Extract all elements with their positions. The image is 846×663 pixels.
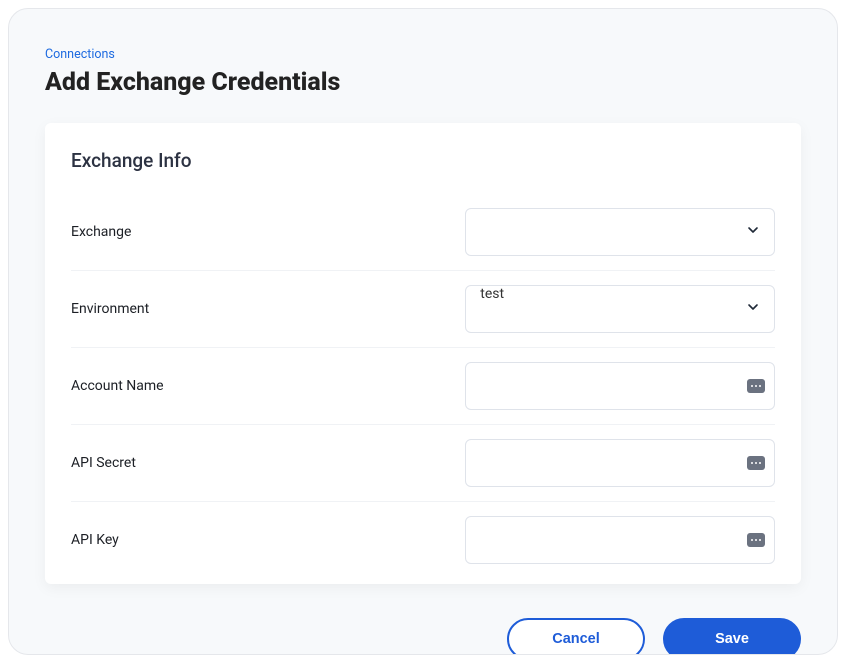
- card-title: Exchange Info: [71, 149, 775, 172]
- environment-select[interactable]: test: [465, 285, 775, 333]
- label-api-key: API Key: [71, 532, 465, 548]
- exchange-select[interactable]: [465, 208, 775, 256]
- cancel-button[interactable]: Cancel: [507, 618, 645, 655]
- row-exchange: Exchange: [71, 194, 775, 271]
- label-api-secret: API Secret: [71, 455, 465, 471]
- exchange-info-card: Exchange Info Exchange Environment test: [45, 123, 801, 584]
- actions-bar: Cancel Save: [45, 618, 801, 655]
- api-key-input[interactable]: [465, 516, 775, 564]
- row-api-key: API Key: [71, 502, 775, 578]
- row-environment: Environment test: [71, 271, 775, 348]
- label-environment: Environment: [71, 301, 465, 317]
- row-account-name: Account Name: [71, 348, 775, 425]
- breadcrumb[interactable]: Connections: [45, 47, 801, 62]
- save-button[interactable]: Save: [663, 618, 801, 655]
- api-secret-input[interactable]: [465, 439, 775, 487]
- account-name-input[interactable]: [465, 362, 775, 410]
- label-exchange: Exchange: [71, 224, 465, 240]
- page-title: Add Exchange Credentials: [45, 68, 801, 97]
- row-api-secret: API Secret: [71, 425, 775, 502]
- label-account-name: Account Name: [71, 378, 465, 394]
